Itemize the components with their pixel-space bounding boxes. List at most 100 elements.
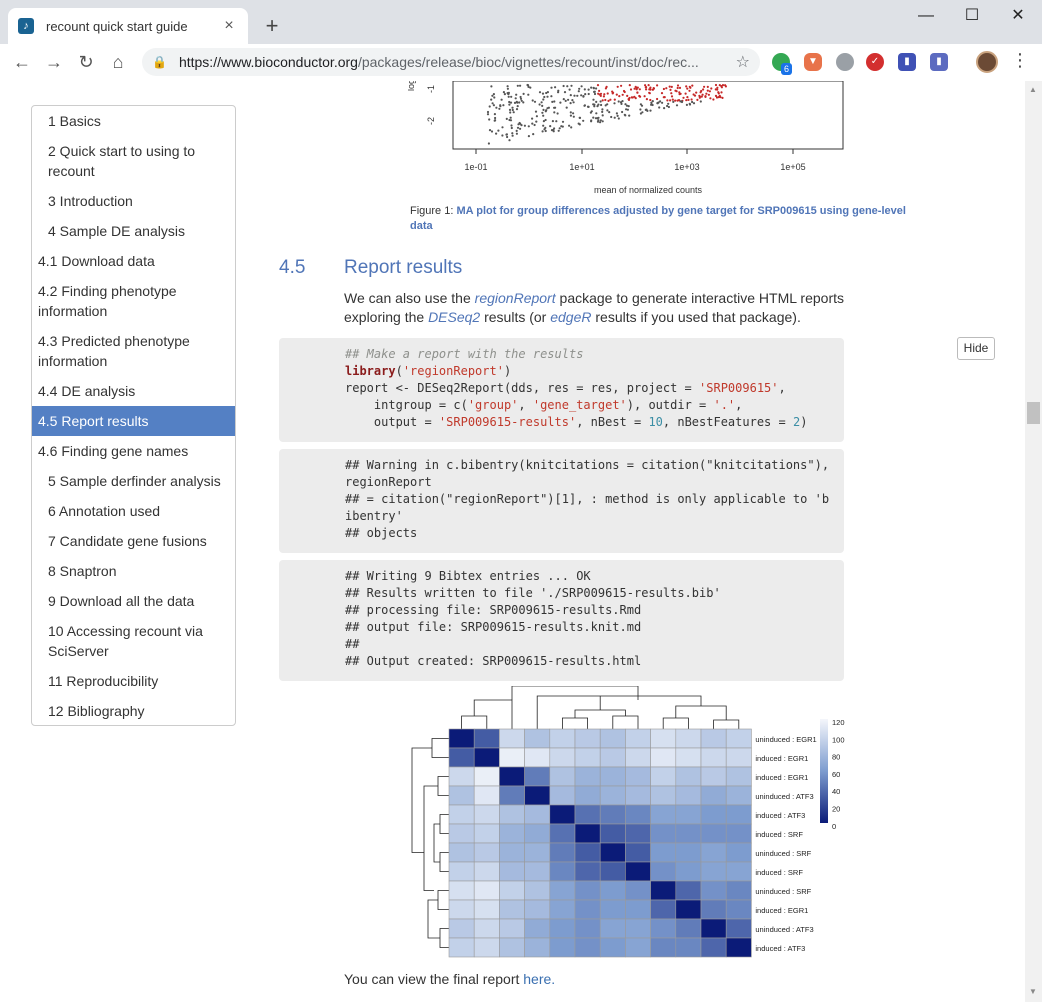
forward-arrow-icon[interactable]: → — [42, 50, 66, 74]
maximize-button[interactable]: ☐ — [952, 4, 992, 28]
toc-item[interactable]: 4 Sample DE analysis — [32, 216, 235, 246]
ma-point — [649, 86, 652, 89]
heatmap-cell — [675, 861, 702, 882]
ma-point — [688, 85, 691, 88]
browser-menu-icon[interactable]: ⋮ — [1010, 50, 1030, 71]
extension-grey-icon[interactable] — [836, 53, 854, 71]
ma-point — [506, 85, 509, 88]
ma-point — [540, 101, 543, 104]
ma-point — [613, 116, 616, 119]
heatmap-cell — [499, 804, 525, 825]
toc-item[interactable]: 4.4 DE analysis — [32, 376, 235, 406]
bookmark-star-icon[interactable]: ☆ — [736, 52, 750, 72]
deseq2-link[interactable]: DESeq2 — [428, 309, 480, 325]
heatmap-cell — [700, 747, 727, 768]
scrollbar-thumb[interactable] — [1027, 402, 1040, 424]
heatmap-row-label: uninduced : ATF3 — [755, 925, 813, 934]
new-tab-button[interactable]: + — [260, 14, 284, 38]
ma-point — [509, 111, 512, 114]
extension-red-icon[interactable]: ✓ — [866, 53, 884, 71]
bookmark-extension-icon[interactable]: ▮ — [898, 53, 916, 71]
reload-icon[interactable]: ↻ — [74, 50, 98, 74]
ma-point — [613, 98, 616, 101]
heatmap-cell — [675, 899, 702, 920]
ma-point — [718, 84, 721, 87]
ma-x-tick: 1e-01 — [464, 162, 487, 172]
toc-item[interactable]: 1 Basics — [32, 106, 235, 136]
profile-avatar[interactable] — [976, 51, 998, 73]
ma-point — [532, 133, 535, 136]
ma-point — [616, 114, 619, 117]
scroll-up-icon[interactable]: ▲ — [1029, 85, 1037, 94]
ma-point — [520, 124, 523, 127]
ma-point — [604, 87, 607, 90]
ma-point — [541, 130, 544, 133]
heatmap-cell — [574, 899, 601, 920]
toc-item[interactable]: 7 Candidate gene fusions — [32, 526, 235, 556]
address-bar[interactable]: 🔒 https://www.bioconductor.org/packages/… — [142, 48, 760, 76]
ma-point — [678, 86, 682, 89]
ma-point — [625, 108, 628, 111]
toc-item[interactable]: 8 Snaptron — [32, 556, 235, 586]
toc-item[interactable]: 11 Reproducibility — [32, 666, 235, 696]
extension-blue-icon[interactable]: ▮ — [930, 53, 948, 71]
toc-item[interactable]: 12 Bibliography — [32, 696, 235, 726]
final-report-link[interactable]: here. — [523, 971, 555, 987]
tab-close-icon[interactable]: × — [220, 17, 238, 35]
heatmap-cell — [625, 880, 651, 901]
regionreport-link[interactable]: regionReport — [475, 290, 556, 306]
heatmap-cell — [574, 785, 601, 806]
ma-point — [616, 85, 619, 88]
ma-point — [570, 126, 573, 129]
heatmap-cell — [700, 823, 727, 844]
brave-shield-icon[interactable]: ▼ — [804, 53, 822, 71]
toc-item[interactable]: 4.5 Report results — [32, 406, 235, 436]
toc-item[interactable]: 6 Annotation used — [32, 496, 235, 526]
toc-item[interactable]: 4.1 Download data — [32, 246, 235, 276]
heatmap-cell — [524, 785, 551, 806]
back-arrow-icon[interactable]: ← — [10, 50, 34, 74]
ma-point — [508, 103, 511, 106]
heatmap-cell — [448, 823, 475, 844]
ma-point — [557, 91, 560, 94]
ma-point — [649, 109, 652, 112]
ma-point — [490, 130, 494, 133]
toc-item[interactable]: 4.3 Predicted phenotype information — [32, 326, 235, 376]
ma-point — [519, 97, 523, 100]
toc-item[interactable]: 9 Download all the data — [32, 586, 235, 616]
minimize-button[interactable]: — — [906, 4, 946, 28]
ma-point — [684, 92, 687, 95]
window-close-button[interactable]: ✕ — [998, 4, 1038, 28]
ma-point — [533, 123, 536, 127]
ma-point — [510, 124, 513, 127]
heatmap-cell — [473, 747, 500, 768]
home-icon[interactable]: ⌂ — [106, 50, 130, 74]
heatmap-cell — [499, 880, 525, 901]
ma-point — [645, 98, 648, 101]
heatmap-cell — [473, 937, 500, 958]
ma-point — [516, 105, 519, 108]
ma-point — [695, 91, 698, 94]
ma-point — [494, 116, 497, 120]
heatmap-row-label: uninduced : SRF — [755, 887, 811, 896]
toc-item[interactable]: 5 Sample derfinder analysis — [32, 466, 235, 496]
code-text: , — [735, 398, 743, 412]
browser-tab[interactable]: ♪ recount quick start guide × — [8, 8, 248, 44]
code-text: ( — [395, 364, 403, 378]
heatmap-row-label: induced : EGR1 — [755, 906, 808, 915]
tab-strip: ♪ recount quick start guide × + — ☐ ✕ — [0, 0, 1042, 44]
toc-item[interactable]: 4.2 Finding phenotype information — [32, 276, 235, 326]
toc-item[interactable]: 10 Accessing recount via SciServer — [32, 616, 235, 666]
edger-link[interactable]: edgeR — [550, 309, 591, 325]
code-comment: ## Make a report with the results — [345, 347, 584, 361]
toc-item[interactable]: 4.6 Finding gene names — [32, 436, 235, 466]
scroll-down-icon[interactable]: ▼ — [1029, 987, 1037, 996]
toc-item[interactable]: 3 Introduction — [32, 186, 235, 216]
toc-item[interactable]: 2 Quick start to using to recount — [32, 136, 235, 186]
ma-point — [691, 100, 694, 104]
ma-point — [701, 93, 704, 96]
hide-code-button[interactable]: Hide — [957, 337, 995, 360]
page-scrollbar[interactable]: ▲ ▼ — [1025, 81, 1042, 1002]
ma-point — [606, 92, 609, 95]
heatmap-cell — [524, 861, 551, 882]
